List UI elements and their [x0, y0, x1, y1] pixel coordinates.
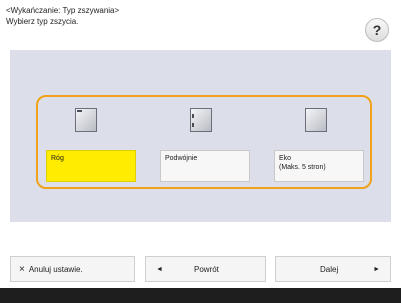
next-button[interactable]: Dalej ►: [275, 256, 391, 282]
option-double-button[interactable]: Podwójnie: [160, 150, 250, 182]
corner-staple-icon: [75, 108, 97, 132]
next-label: Dalej: [320, 264, 339, 274]
instruction-text: Wybierz typ zszycia.: [6, 17, 79, 26]
option-eco-sublabel: (Maks. 5 stron): [279, 164, 326, 171]
arrow-left-icon: ◄: [156, 265, 163, 273]
back-label: Powrót: [194, 264, 219, 274]
option-corner-label: Róg: [51, 155, 64, 162]
bottom-bar: [0, 288, 401, 303]
reset-settings-button[interactable]: × Anuluj ustawie.: [10, 256, 135, 282]
help-button[interactable]: ?: [365, 18, 389, 42]
screen-title: <Wykańczanie: Typ zszywania>: [6, 6, 120, 15]
close-icon: ×: [19, 263, 25, 275]
option-double-label: Podwójnie: [165, 155, 198, 162]
option-eco-label: Eko: [279, 155, 292, 162]
double-staple-icon: [190, 108, 212, 132]
reset-settings-label: Anuluj ustawie.: [28, 264, 83, 274]
back-button[interactable]: ◄ Powrót: [145, 256, 266, 282]
option-corner-button[interactable]: Róg: [46, 150, 136, 182]
header: <Wykańczanie: Typ zszywania> Wybierz typ…: [0, 0, 401, 48]
eco-staple-icon: [305, 108, 327, 132]
option-eco-button[interactable]: Eko (Maks. 5 stron): [274, 150, 364, 182]
arrow-right-icon: ►: [373, 265, 380, 273]
